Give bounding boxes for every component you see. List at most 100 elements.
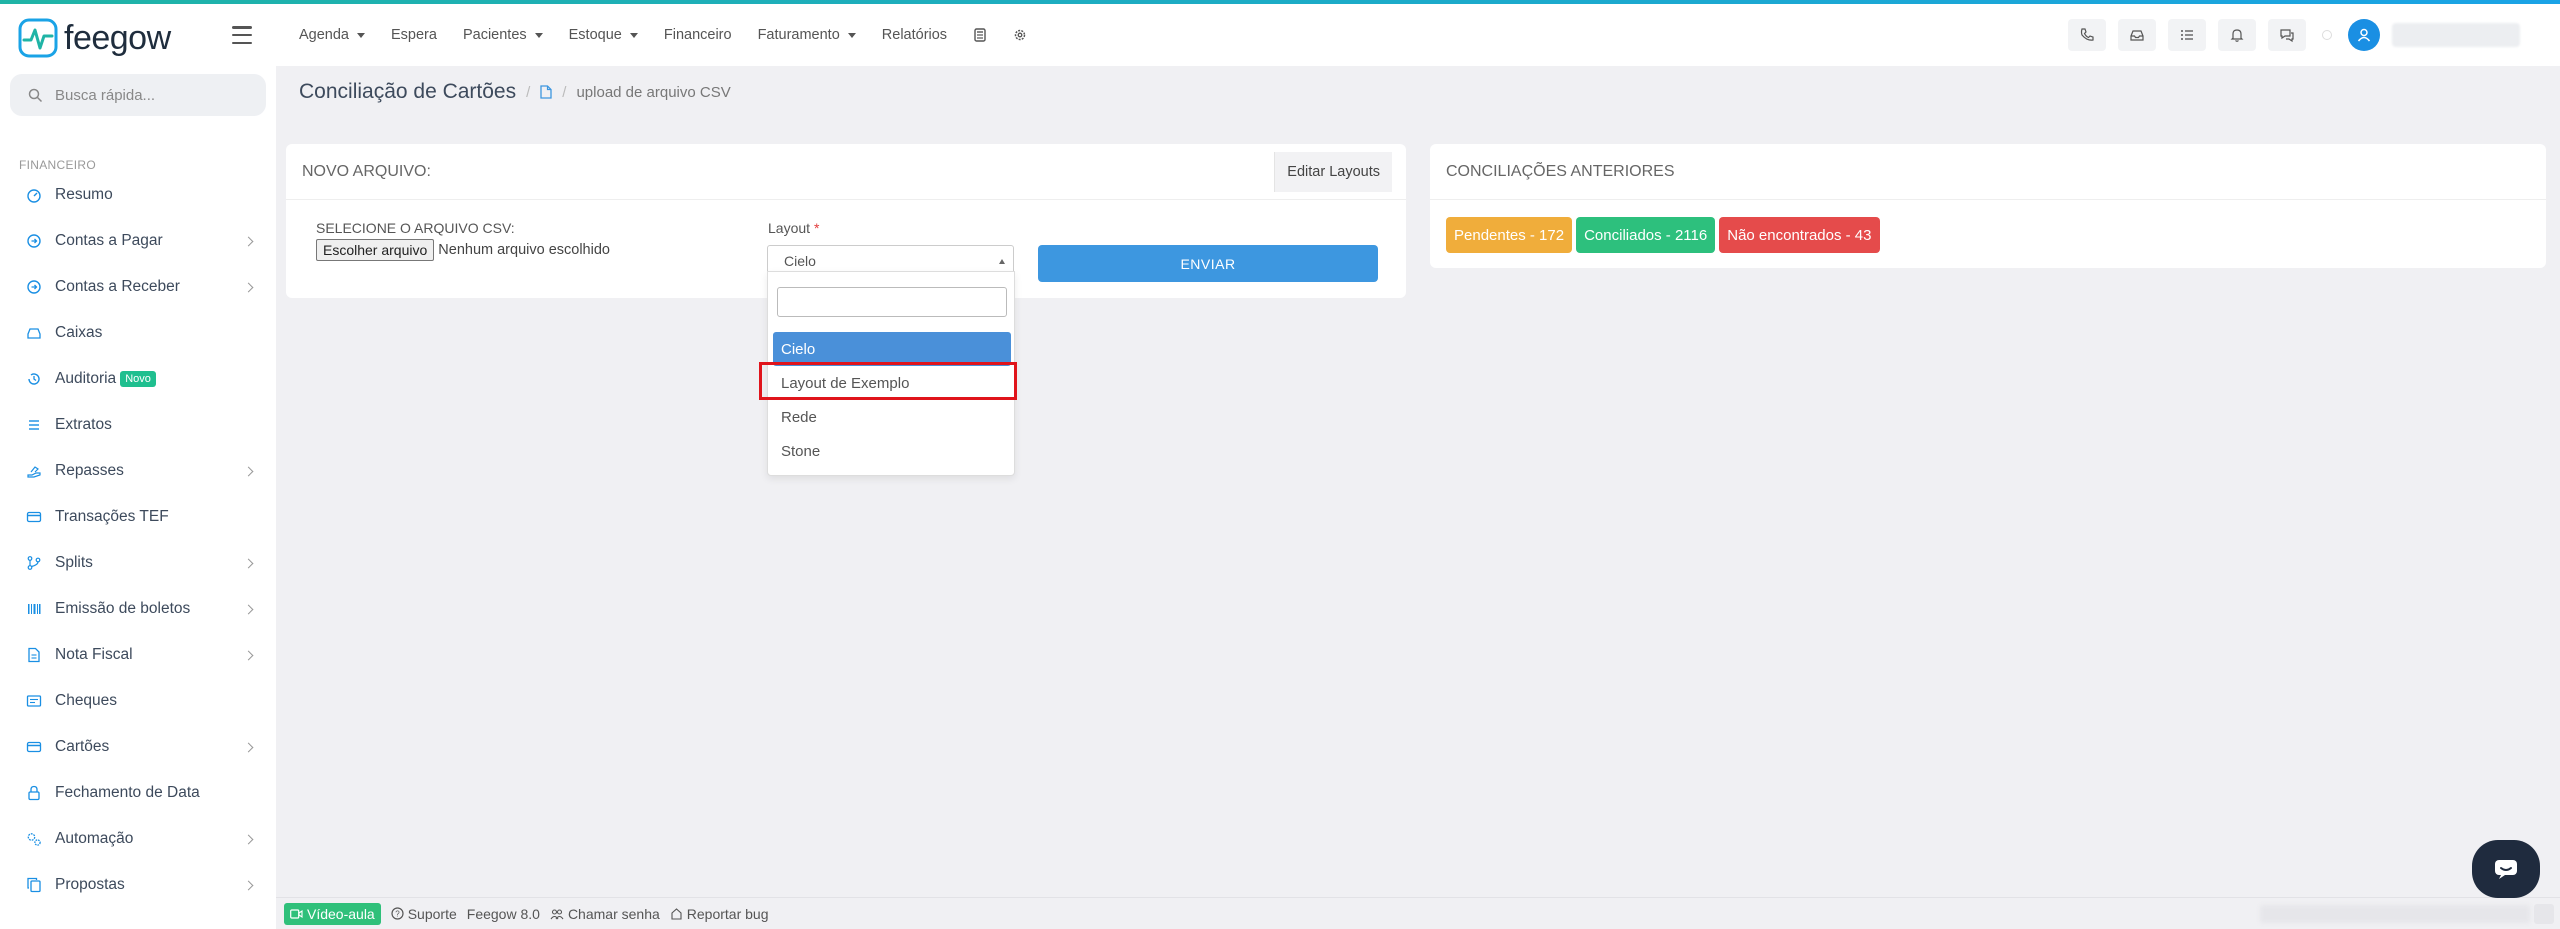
search-input[interactable] [55, 86, 235, 104]
nav-label: Financeiro [663, 27, 732, 43]
search-icon [28, 88, 43, 102]
history-icon [28, 373, 40, 385]
nav-faturamento[interactable]: Faturamento [758, 27, 856, 43]
chat-widget-button[interactable] [2472, 840, 2540, 898]
user-name-redacted[interactable] [2392, 23, 2520, 47]
video-label: Vídeo-aula [307, 905, 375, 922]
sidebar-item-repasses[interactable]: Repasses [0, 448, 276, 494]
breadcrumb: Conciliação de Cartões / / upload de arq… [299, 80, 731, 104]
panel-header: NOVO ARQUIVO: Editar Layouts [286, 144, 1406, 200]
feegow-logo-icon [18, 18, 58, 58]
notifications-button[interactable] [2218, 19, 2256, 51]
sidebar-item-extratos[interactable]: Extratos [0, 402, 276, 448]
logo[interactable]: feegow [18, 18, 171, 58]
chevron-right-icon [243, 466, 254, 476]
dropdown-option-cielo[interactable]: Cielo [773, 332, 1011, 366]
layout-dropdown: Cielo Layout de Exemplo Rede Stone [767, 271, 1015, 476]
user-icon [2357, 28, 2371, 42]
list-icon [29, 420, 39, 430]
footer-bar: Vídeo-aula ? Suporte Feegow 8.0 Chamar s… [276, 897, 2560, 929]
users-icon [550, 908, 564, 919]
file-icon[interactable] [540, 85, 552, 99]
card-icon [26, 511, 42, 523]
video-aula-button[interactable]: Vídeo-aula [284, 902, 381, 925]
sidebar-item-resumo[interactable]: Resumo [0, 172, 276, 218]
top-right-actions [2068, 19, 2520, 51]
sidebar-item-emissao-de-boletos[interactable]: Emissão de boletos [0, 586, 276, 632]
sidebar-item-contas-a-pagar[interactable]: Contas a Pagar [0, 218, 276, 264]
reportar-label: Reportar bug [686, 905, 769, 922]
dropdown-option-layout-de-exemplo[interactable]: Layout de Exemplo [773, 366, 1011, 400]
nav-financeiro[interactable]: Financeiro [664, 27, 732, 43]
choose-file-button[interactable]: Escolher arquivo [316, 239, 435, 261]
reportar-bug-link[interactable]: Reportar bug [670, 905, 769, 922]
chamar-senha-link[interactable]: Chamar senha [550, 906, 660, 922]
panel-title: CONCILIAÇÕES ANTERIORES [1446, 162, 1675, 180]
sidebar-item-transacoes-tef[interactable]: Transações TEF [0, 494, 276, 540]
required-marker: * [813, 220, 820, 236]
menu-toggle-icon[interactable] [232, 26, 252, 44]
chat-button[interactable] [2268, 19, 2306, 51]
phone-button[interactable] [2068, 19, 2106, 51]
lock-icon [28, 785, 40, 801]
sidebar-item-label: Cartões [55, 738, 110, 755]
sidebar-item-label: Transações TEF [55, 508, 169, 525]
file-input[interactable]: Escolher arquivo Nenhum arquivo escolhid… [316, 239, 610, 261]
video-icon [290, 908, 303, 919]
sidebar-item-fechamento-de-data[interactable]: Fechamento de Data [0, 770, 276, 816]
breadcrumb-separator: / [562, 83, 567, 101]
chevron-right-icon [243, 558, 254, 568]
chevron-right-icon [243, 282, 254, 292]
dropdown-search-input[interactable] [777, 287, 1007, 317]
sidebar-menu: Resumo Contas a Pagar Contas a Receber Caix… [0, 172, 276, 908]
suporte-link[interactable]: ? Suporte [391, 906, 457, 922]
caret-down-icon [847, 32, 856, 38]
nav-pacientes[interactable]: Pacientes [463, 27, 543, 43]
sidebar-item-cheques[interactable]: Cheques [0, 678, 276, 724]
page-title: Conciliação de Cartões [299, 80, 517, 103]
dropdown-option-stone[interactable]: Stone [773, 434, 1011, 468]
tasks-button[interactable] [2168, 19, 2206, 51]
nav-espera[interactable]: Espera [391, 27, 437, 43]
sidebar-item-label: Emissão de boletos [55, 600, 191, 617]
nav-estoque[interactable]: Estoque [569, 27, 638, 43]
sidebar-item-label: Contas a Receber [55, 278, 180, 295]
sidebar-item-caixas[interactable]: Caixas [0, 310, 276, 356]
calculator-icon[interactable] [973, 28, 987, 42]
dropdown-options: Cielo Layout de Exemplo Rede Stone [773, 332, 1011, 468]
sidebar-item-automacao[interactable]: Automação [0, 816, 276, 862]
dropdown-option-rede[interactable]: Rede [773, 400, 1011, 434]
inbox-button[interactable] [2118, 19, 2156, 51]
badge-conciliados[interactable]: Conciliados - 2116 [1576, 217, 1716, 253]
chevron-right-icon [243, 236, 254, 246]
sidebar-item-propostas[interactable]: Propostas [0, 862, 276, 908]
chevron-right-icon [243, 880, 254, 890]
file-label: SELECIONE O ARQUIVO CSV: [316, 220, 515, 236]
quick-search[interactable] [10, 74, 266, 116]
gear-icon[interactable] [1013, 28, 1027, 42]
send-button[interactable]: ENVIAR [1038, 245, 1378, 282]
svg-text:?: ? [395, 910, 400, 919]
layout-select-value: Cielo [784, 253, 816, 269]
nav-relatorios[interactable]: Relatórios [882, 27, 947, 43]
chevron-right-icon [243, 742, 254, 752]
sidebar-item-label: Caixas [55, 324, 103, 341]
sidebar-item-nota-fiscal[interactable]: Nota Fiscal [0, 632, 276, 678]
edit-layouts-button[interactable]: Editar Layouts [1274, 152, 1392, 192]
avatar[interactable] [2348, 19, 2380, 51]
chevron-right-icon [243, 604, 254, 614]
sidebar-item-splits[interactable]: Splits [0, 540, 276, 586]
badge-nao-encontrados[interactable]: Não encontrados - 43 [1719, 217, 1880, 253]
sidebar-item-cartoes[interactable]: Cartões [0, 724, 276, 770]
arrow-circle-icon [27, 280, 41, 294]
nav-agenda[interactable]: Agenda [299, 27, 365, 43]
nav-label: Faturamento [757, 27, 840, 43]
scroll-top-button[interactable] [2534, 904, 2554, 924]
chevron-right-icon [243, 834, 254, 844]
badge-pendentes[interactable]: Pendentes - 172 [1446, 217, 1573, 253]
sidebar-item-auditoria[interactable]: Auditoria Novo [0, 356, 276, 402]
phone-icon [2080, 28, 2094, 41]
sidebar-item-contas-a-receber[interactable]: Contas a Receber [0, 264, 276, 310]
inbox-icon [27, 328, 41, 339]
sidebar-item-label: Auditoria [55, 370, 117, 387]
